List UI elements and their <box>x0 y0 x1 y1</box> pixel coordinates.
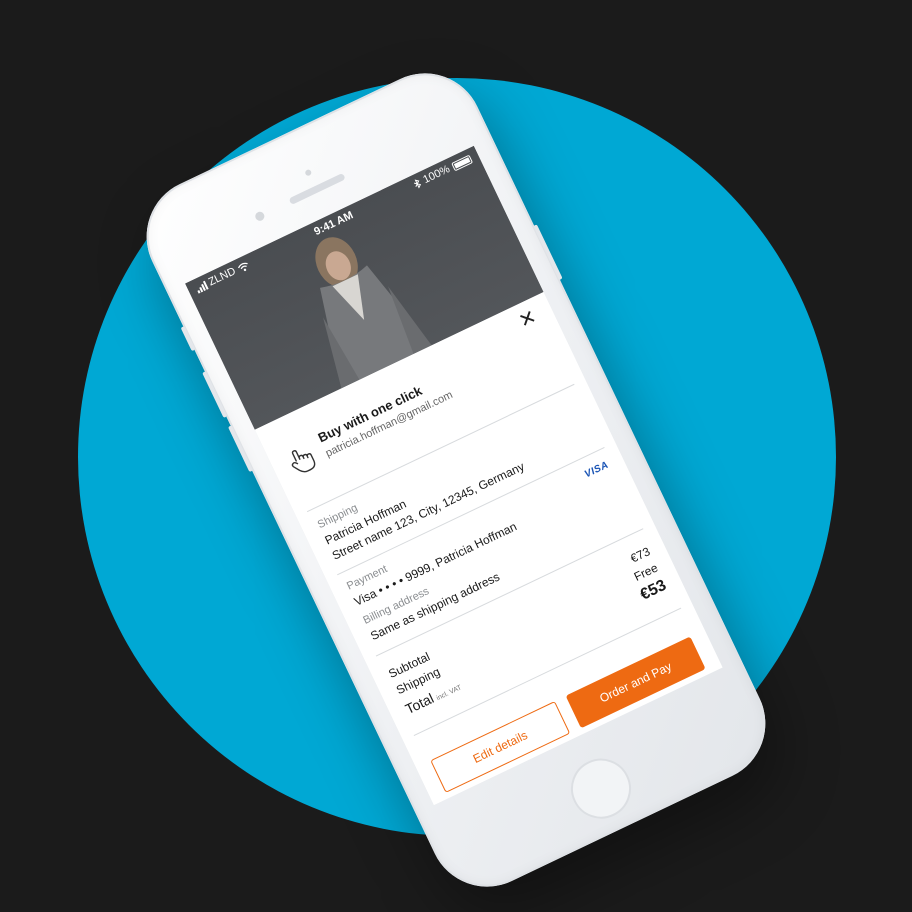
order-and-pay-button[interactable]: Order and Pay <box>565 636 706 729</box>
total-label: Total <box>402 689 437 718</box>
battery-icon <box>450 154 473 171</box>
front-camera <box>253 210 266 223</box>
proximity-sensor <box>304 168 313 177</box>
tap-hand-icon <box>291 450 316 473</box>
edit-details-button[interactable]: Edit details <box>430 701 571 793</box>
earpiece-speaker <box>288 172 346 205</box>
visa-logo: VISA <box>582 459 611 481</box>
vat-note: incl. VAT <box>435 684 463 703</box>
home-button[interactable] <box>561 748 641 829</box>
close-icon[interactable]: ✕ <box>512 303 544 335</box>
